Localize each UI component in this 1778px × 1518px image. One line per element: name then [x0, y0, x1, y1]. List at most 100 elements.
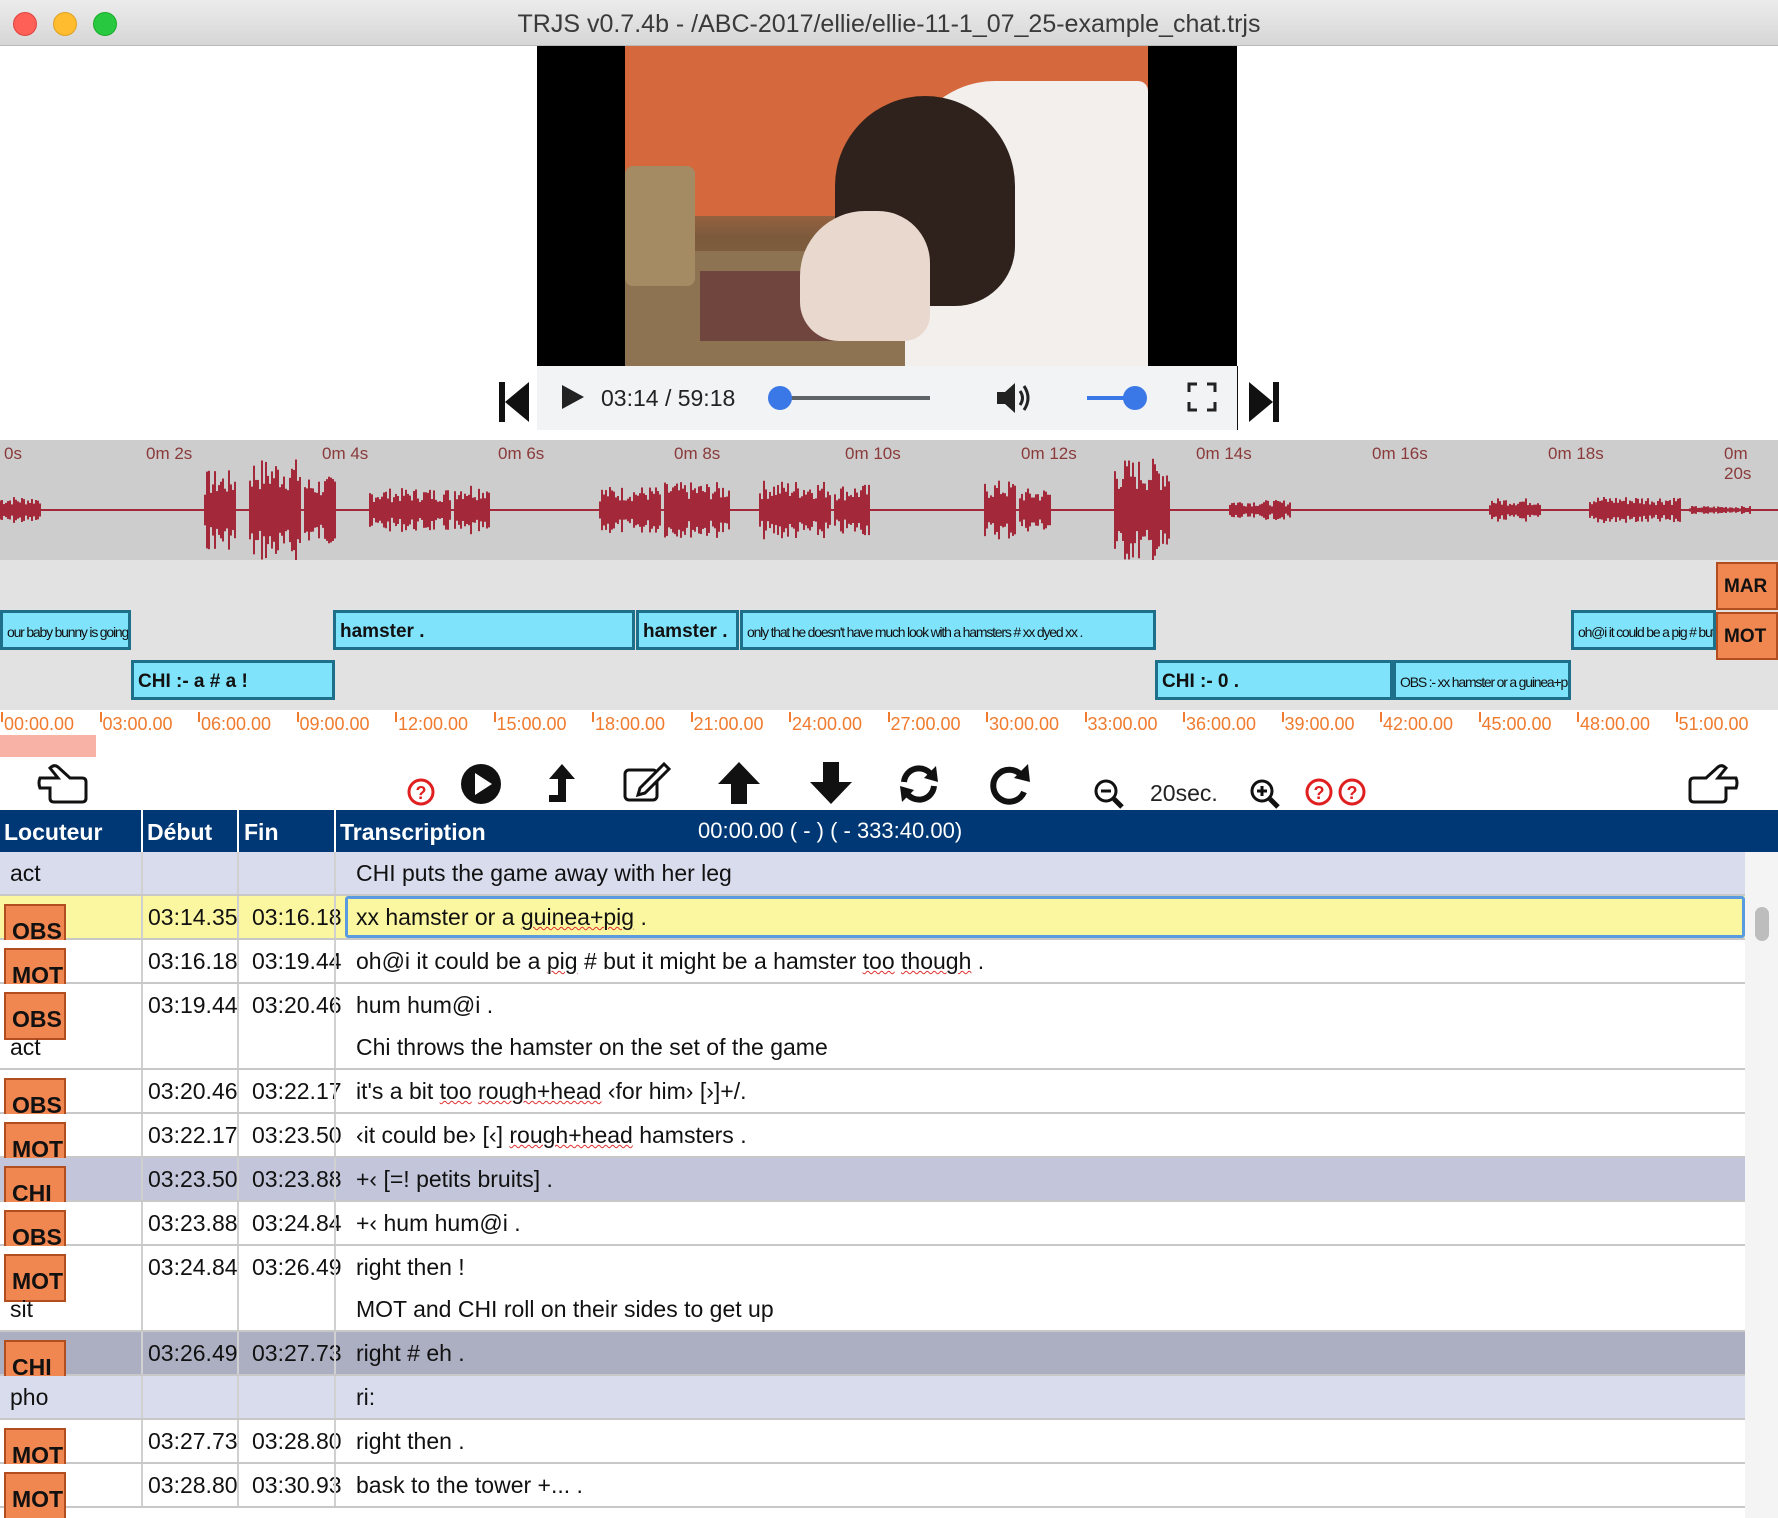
tier-segment[interactable]: hamster .: [333, 610, 635, 650]
table-row[interactable]: MOT 03:24.84 03:26.49 right then ! sit MOT an…: [0, 1246, 1745, 1332]
end-time-cell[interactable]: 03:20.46: [252, 992, 342, 1019]
end-time-cell[interactable]: 03:30.93: [252, 1472, 342, 1499]
transcription-cell[interactable]: hum hum@i .: [356, 992, 493, 1019]
arrow-up-icon[interactable]: [716, 760, 762, 806]
start-time-cell[interactable]: 03:19.44: [148, 992, 238, 1019]
arrow-down-icon[interactable]: [808, 760, 854, 806]
help-icon[interactable]: ?: [1305, 778, 1333, 806]
start-time-cell[interactable]: 03:23.88: [148, 1210, 238, 1237]
start-time-cell[interactable]: 03:22.17: [148, 1122, 238, 1149]
start-time-cell[interactable]: 03:20.46: [148, 1078, 238, 1105]
speaker-cell[interactable]: act: [10, 860, 41, 887]
table-row[interactable]: OBS 03:23.88 03:24.84 +‹ hum hum@i .: [0, 1202, 1745, 1258]
speaker-cell[interactable]: sit: [10, 1296, 33, 1323]
volume-icon[interactable]: [995, 380, 1035, 416]
end-time-cell[interactable]: 03:28.80: [252, 1428, 342, 1455]
start-time-cell[interactable]: 03:23.50: [148, 1166, 238, 1193]
end-time-cell[interactable]: 03:16.18: [252, 904, 342, 931]
hand-left-icon[interactable]: [36, 762, 90, 806]
end-time-cell[interactable]: 03:22.17: [252, 1078, 342, 1105]
tier-segment[interactable]: OBS :- xx hamster or a guinea+pig .: [1393, 660, 1571, 700]
start-time-cell[interactable]: 03:14.35: [148, 904, 238, 931]
tier-segment[interactable]: oh@i it could be a pig # but it might be…: [1571, 610, 1716, 650]
speaker-label-mot[interactable]: MOT: [1716, 612, 1778, 660]
visible-range-indicator[interactable]: [0, 735, 96, 757]
zoom-in-icon[interactable]: [1249, 778, 1281, 810]
transcription-cell[interactable]: Chi throws the hamster on the set of the…: [356, 1034, 828, 1061]
transcription-cell[interactable]: bask to the tower +... .: [356, 1472, 583, 1499]
speaker-label-mar[interactable]: MAR: [1716, 562, 1778, 610]
table-row[interactable]: pho ri:: [0, 1376, 1745, 1420]
end-time-cell[interactable]: 03:19.44: [252, 948, 342, 975]
transcription-cell[interactable]: right then !: [356, 1254, 465, 1281]
volume-slider[interactable]: [1087, 386, 1147, 410]
start-time-cell[interactable]: 03:24.84: [148, 1254, 238, 1281]
help-icon[interactable]: ?: [1338, 778, 1366, 806]
end-time-cell[interactable]: 03:26.49: [252, 1254, 342, 1281]
next-icon[interactable]: [1245, 378, 1285, 426]
column-header-end[interactable]: Fin: [244, 819, 279, 846]
start-time-cell[interactable]: 03:16.18: [148, 948, 238, 975]
table-row[interactable]: OBS 03:14.35 03:16.18 xx hamster or a guine…: [0, 896, 1745, 952]
scrollbar[interactable]: [1745, 852, 1778, 1518]
refresh-icon[interactable]: [896, 762, 942, 806]
end-time-cell[interactable]: 03:27.73: [252, 1340, 342, 1367]
upload-arrow-icon[interactable]: [545, 762, 579, 806]
transcription-cell[interactable]: ri:: [356, 1384, 375, 1411]
speaker-cell[interactable]: MOT: [4, 1472, 66, 1518]
table-row[interactable]: MOT 03:27.73 03:28.80 right then .: [0, 1420, 1745, 1476]
column-header-start[interactable]: Début: [147, 819, 212, 846]
tier-segment[interactable]: only that he doesn't have much look with…: [740, 610, 1156, 650]
end-time-cell[interactable]: 03:24.84: [252, 1210, 342, 1237]
column-header-transcription[interactable]: Transcription: [340, 819, 486, 846]
table-row[interactable]: MOT 03:16.18 03:19.44 oh@i it could be a pi…: [0, 940, 1745, 996]
play-circle-icon[interactable]: [459, 762, 503, 806]
table-row[interactable]: MOT 03:28.80 03:30.93 bask to the tower +..…: [0, 1464, 1745, 1518]
start-time-cell[interactable]: 03:28.80: [148, 1472, 238, 1499]
transcription-cell[interactable]: ‹it could be› [‹] rough+head hamsters .: [356, 1122, 747, 1149]
fullscreen-icon[interactable]: [1187, 382, 1217, 412]
table-row[interactable]: CHI 03:26.49 03:27.73 right # eh .: [0, 1332, 1745, 1388]
tier-segment[interactable]: CHI :- a # a !: [131, 660, 335, 700]
table-row[interactable]: OBS 03:19.44 03:20.46 hum hum@i . act Chi thr…: [0, 984, 1745, 1070]
transcription-cell[interactable]: CHI puts the game away with her leg: [356, 860, 732, 887]
transcription-cell[interactable]: +‹ hum hum@i .: [356, 1210, 521, 1237]
hand-right-icon[interactable]: [1686, 762, 1740, 806]
end-time-cell[interactable]: 03:23.88: [252, 1166, 342, 1193]
table-row[interactable]: act CHI puts the game away with her leg: [0, 852, 1745, 896]
start-time-cell[interactable]: 03:27.73: [148, 1428, 238, 1455]
progress-slider[interactable]: [768, 386, 930, 410]
transcription-cell[interactable]: +‹ [=! petits bruits] .: [356, 1166, 553, 1193]
table-row[interactable]: CHI 03:23.50 03:23.88 +‹ [=! petits bruits]…: [0, 1158, 1745, 1214]
table-row[interactable]: OBS 03:20.46 03:22.17 it's a bit too rough+…: [0, 1070, 1745, 1126]
waveform[interactable]: 0s 0m 2s 0m 4s 0m 6s 0m 8s 0m 10s 0m 12s 0m 14s…: [0, 440, 1778, 560]
video-player[interactable]: [537, 46, 1237, 366]
progress-knob[interactable]: [768, 386, 792, 410]
tier-segment[interactable]: our baby bunny is going to eat your @ & …: [0, 610, 131, 650]
end-time-cell[interactable]: 03:23.50: [252, 1122, 342, 1149]
start-time-cell[interactable]: 03:26.49: [148, 1340, 238, 1367]
play-icon[interactable]: [557, 382, 587, 412]
table-row[interactable]: MOT 03:22.17 03:23.50 ‹it could be› [‹] rou…: [0, 1114, 1745, 1170]
transcription-cell[interactable]: MOT and CHI roll on their sides to get u…: [356, 1296, 774, 1323]
tier-segment[interactable]: CHI :- 0 .: [1155, 660, 1393, 700]
tier-segment[interactable]: hamster .: [636, 610, 739, 650]
volume-knob[interactable]: [1123, 386, 1147, 410]
time-scale[interactable]: 00:00.00 03:00.00 06:00.00 09:00.00 12:00.00…: [0, 710, 1778, 758]
redo-icon[interactable]: [986, 762, 1032, 806]
speaker-cell[interactable]: pho: [10, 1384, 48, 1411]
prev-icon[interactable]: [495, 378, 535, 426]
tier-area[interactable]: MAR MOT our baby bunny is going to eat y…: [0, 560, 1778, 710]
transcription-cell[interactable]: it's a bit too rough+head ‹for him› [›]+…: [356, 1078, 747, 1105]
column-header-speaker[interactable]: Locuteur: [4, 819, 102, 846]
scrollbar-thumb[interactable]: [1755, 907, 1769, 941]
zoom-out-icon[interactable]: [1093, 778, 1125, 810]
speaker-cell[interactable]: act: [10, 1034, 41, 1061]
help-icon[interactable]: ?: [407, 778, 435, 806]
edit-icon[interactable]: [622, 760, 672, 804]
transcription-cell[interactable]: right # eh .: [356, 1340, 465, 1367]
transcription-cell[interactable]: oh@i it could be a pig # but it might be…: [356, 948, 984, 975]
transcript-table[interactable]: act CHI puts the game away with her leg OB…: [0, 852, 1745, 1518]
transcription-cell[interactable]: right then .: [356, 1428, 465, 1455]
transcription-cell[interactable]: xx hamster or a guinea+pig .: [356, 904, 647, 931]
